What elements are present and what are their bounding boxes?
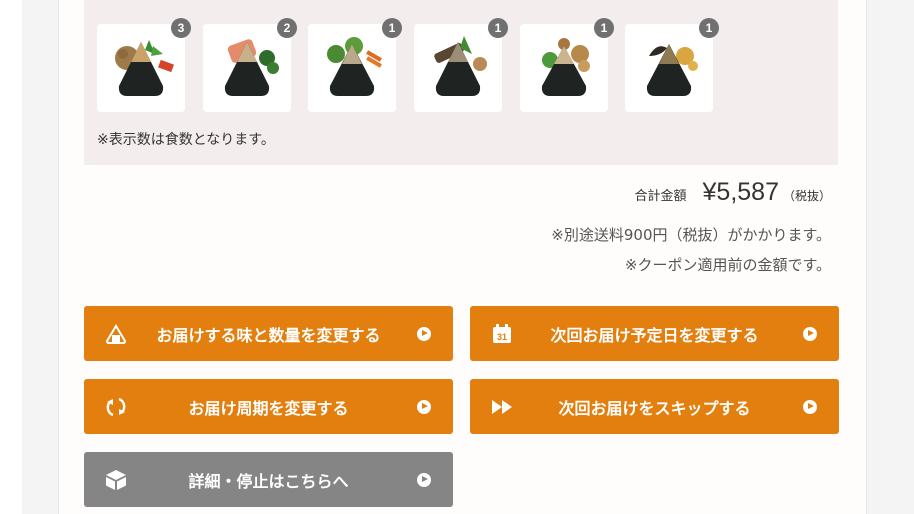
calendar-icon: 31 [490, 322, 514, 346]
change-flavor-quantity-button[interactable]: お届けする味と数量を変更する [84, 306, 453, 361]
page-band-right [866, 0, 914, 514]
button-label: 次回お届け予定日を変更する [550, 325, 759, 345]
package-icon [104, 468, 128, 492]
product-thumbnail: 3 [97, 18, 191, 112]
total-label: 合計金額 [634, 189, 687, 204]
onigiri-image [224, 39, 279, 96]
onigiri-image [434, 36, 487, 96]
shipping-note: ※別途送料900円（税抜）がかかります。 [551, 226, 831, 244]
arrow-right-circle-icon [417, 472, 431, 487]
product-thumbnail: 1 [520, 18, 614, 112]
coupon-note: ※クーポン適用前の金額です。 [624, 256, 831, 274]
onigiri-image [327, 37, 382, 96]
skip-next-delivery-button[interactable]: 次回お届けをスキップする [470, 379, 839, 434]
page-margin-left [0, 0, 22, 514]
details-stop-button[interactable]: 詳細・停止はこちらへ [84, 452, 453, 507]
quantity-badge: 1 [382, 18, 402, 38]
arrow-right-circle-icon [417, 399, 431, 414]
total-value: ¥5,587 [702, 178, 779, 206]
onigiri-image [646, 44, 698, 96]
total-amount: 合計金額 ¥5,587 （税抜） [635, 178, 832, 207]
onigiri-image [115, 40, 174, 96]
quantity-note: ※表示数は食数となります。 [97, 132, 275, 148]
product-thumbnail: 2 [203, 18, 297, 112]
quantity-badge: 3 [171, 18, 191, 38]
tax-note: （税抜） [782, 189, 831, 203]
arrow-right-circle-icon [803, 326, 817, 341]
button-label: 次回お届けをスキップする [558, 398, 751, 418]
onigiri-icon [104, 322, 128, 346]
quantity-badge: 1 [699, 18, 719, 38]
button-label: 詳細・停止はこちらへ [188, 471, 349, 491]
refresh-icon [104, 395, 128, 419]
product-thumbnail: 1 [308, 18, 402, 112]
fast-forward-icon [490, 395, 514, 419]
product-thumbnail: 1 [625, 18, 719, 112]
quantity-badge: 1 [594, 18, 614, 38]
button-label: お届けする味と数量を変更する [156, 325, 381, 345]
onigiri-image [541, 38, 590, 96]
arrow-right-circle-icon [417, 326, 431, 341]
svg-text:31: 31 [497, 332, 507, 342]
page-band-left [22, 0, 58, 514]
product-thumbnail: 1 [414, 18, 508, 112]
quantity-badge: 2 [277, 18, 297, 38]
change-delivery-cycle-button[interactable]: お届け周期を変更する [84, 379, 453, 434]
arrow-right-circle-icon [803, 399, 817, 414]
change-next-delivery-date-button[interactable]: 31 次回お届け予定日を変更する [470, 306, 839, 361]
button-label: お届け周期を変更する [188, 398, 349, 418]
quantity-badge: 1 [488, 18, 508, 38]
